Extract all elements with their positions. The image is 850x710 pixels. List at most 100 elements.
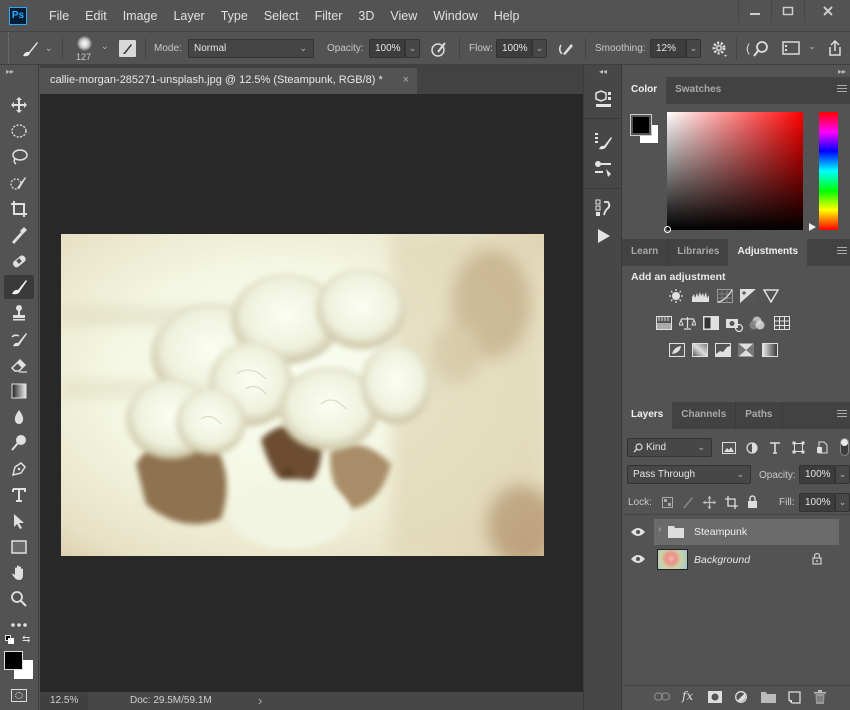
lock-position[interactable] <box>703 496 716 512</box>
share-button[interactable] <box>826 39 844 57</box>
default-colors-icon[interactable] <box>5 635 15 645</box>
fill-dropdown[interactable]: ⌄ <box>835 493 850 512</box>
marquee-tool[interactable] <box>4 119 34 143</box>
filter-type-layers[interactable] <box>769 441 781 457</box>
opacity-dropdown[interactable]: ⌄ <box>405 39 420 58</box>
menu-layer[interactable]: Layer <box>165 9 212 23</box>
options-grip[interactable] <box>8 32 11 64</box>
filter-smart-objects[interactable] <box>816 441 828 457</box>
minimize-button[interactable] <box>738 0 771 22</box>
link-layers-button[interactable] <box>653 692 671 705</box>
menu-edit[interactable]: Edit <box>77 9 115 23</box>
color-lookup-button[interactable] <box>774 316 790 330</box>
dodge-tool[interactable] <box>4 431 34 455</box>
layer-opacity-dropdown[interactable]: ⌄ <box>835 465 850 484</box>
layer-filter-kind[interactable]: Kind ⌄ <box>627 438 712 457</box>
layer-row[interactable]: › Steampunk <box>622 519 850 545</box>
lock-all[interactable] <box>747 495 758 511</box>
tab-adjustments[interactable]: Adjustments <box>728 239 808 266</box>
menu-3d[interactable]: 3D <box>350 9 382 23</box>
panel-menu-icon[interactable] <box>837 410 847 420</box>
layer-steampunk[interactable]: › Steampunk <box>654 519 839 545</box>
history-panel-button[interactable] <box>588 195 618 221</box>
history-brush-tool[interactable] <box>4 327 34 351</box>
channel-mixer-button[interactable] <box>749 316 765 330</box>
airbrush-button[interactable] <box>557 40 575 58</box>
exposure-button[interactable] <box>740 289 756 303</box>
tab-swatches[interactable]: Swatches <box>666 77 730 104</box>
collapse-toolbar-icon[interactable]: ▸▸ <box>6 67 14 76</box>
swap-colors-icon[interactable]: ⇆ <box>22 634 30 645</box>
brightness-contrast-button[interactable] <box>668 289 684 303</box>
gradient-map-button[interactable] <box>762 343 778 357</box>
menu-window[interactable]: Window <box>425 9 485 23</box>
smoothing-dropdown[interactable]: ⌄ <box>686 39 701 58</box>
lock-image-pixels[interactable] <box>682 496 694 512</box>
tab-color[interactable]: Color <box>622 77 667 104</box>
tab-libraries[interactable]: Libraries <box>667 239 728 266</box>
vibrance-button[interactable] <box>762 289 780 304</box>
close-document-icon[interactable]: × <box>403 74 409 86</box>
opacity-input[interactable]: 100% <box>369 39 405 58</box>
hue-saturation-button[interactable] <box>656 316 672 330</box>
color-panel-foreground-swatch[interactable] <box>630 114 652 136</box>
blend-mode-select[interactable]: Pass Through ⌄ <box>627 465 751 484</box>
black-white-button[interactable] <box>703 316 719 330</box>
clone-stamp-tool[interactable] <box>4 301 34 325</box>
zoom-level-field[interactable]: 12.5% <box>40 692 88 710</box>
filter-adjustment-layers[interactable] <box>746 442 758 457</box>
collapse-dock-icon[interactable]: ◂◂ <box>599 67 607 76</box>
menu-select[interactable]: Select <box>256 9 307 23</box>
tab-paths[interactable]: Paths <box>735 402 783 429</box>
workspace-switcher[interactable]: ⌄ <box>782 41 822 57</box>
menu-filter[interactable]: Filter <box>307 9 351 23</box>
healing-brush-tool[interactable] <box>4 249 34 273</box>
pen-tool[interactable] <box>4 457 34 481</box>
flow-dropdown[interactable]: ⌄ <box>532 39 547 58</box>
status-menu-arrow[interactable]: › <box>258 693 262 708</box>
tab-learn[interactable]: Learn <box>622 239 667 266</box>
menu-file[interactable]: File <box>41 9 77 23</box>
quick-mask-button[interactable] <box>11 689 27 702</box>
eyedropper-tool[interactable] <box>4 223 34 247</box>
tab-channels[interactable]: Channels <box>672 402 735 429</box>
panel-menu-icon[interactable] <box>837 247 847 257</box>
new-adjustment-layer-button[interactable] <box>735 691 749 708</box>
menu-help[interactable]: Help <box>486 9 528 23</box>
layer-row[interactable]: Background <box>622 546 850 573</box>
tab-layers[interactable]: Layers <box>622 402 673 429</box>
toggle-brush-panel-button[interactable] <box>119 40 136 57</box>
posterize-button[interactable] <box>692 343 708 357</box>
3d-panel-button[interactable] <box>588 86 618 112</box>
filter-pixel-layers[interactable] <box>722 442 736 457</box>
eraser-tool[interactable] <box>4 353 34 377</box>
document-tab[interactable]: callie-morgan-285271-unsplash.jpg @ 12.5… <box>40 68 417 94</box>
add-mask-button[interactable] <box>708 691 722 706</box>
delete-layer-button[interactable] <box>814 690 826 707</box>
tool-preset-picker[interactable]: ⌄ <box>20 40 56 58</box>
hand-tool[interactable] <box>4 561 34 585</box>
path-selection-tool[interactable] <box>4 509 34 533</box>
lock-artboard[interactable] <box>725 496 738 512</box>
mode-select[interactable]: Normal ⌄ <box>188 39 314 58</box>
symmetry-icon[interactable]: ( <box>746 41 750 55</box>
visibility-toggle[interactable] <box>630 527 646 537</box>
invert-button[interactable] <box>669 343 685 357</box>
layer-style-button[interactable]: fx <box>682 689 693 703</box>
search-button[interactable] <box>752 40 770 58</box>
smoothing-input[interactable]: 12% <box>650 39 686 58</box>
lock-transparent-pixels[interactable] <box>662 497 673 511</box>
maximize-button[interactable] <box>771 0 804 22</box>
zoom-tool[interactable] <box>4 587 34 611</box>
curves-button[interactable] <box>717 289 733 303</box>
selective-color-button[interactable] <box>738 343 754 357</box>
close-button[interactable] <box>804 0 850 22</box>
filter-toggle[interactable] <box>840 438 849 456</box>
layer-background[interactable]: Background <box>654 546 839 572</box>
brush-settings-button[interactable] <box>588 156 618 182</box>
blur-tool[interactable] <box>4 405 34 429</box>
actions-panel-button[interactable] <box>588 223 618 249</box>
levels-button[interactable] <box>692 289 709 303</box>
smoothing-options-button[interactable] <box>710 40 728 58</box>
flow-input[interactable]: 100% <box>496 39 532 58</box>
